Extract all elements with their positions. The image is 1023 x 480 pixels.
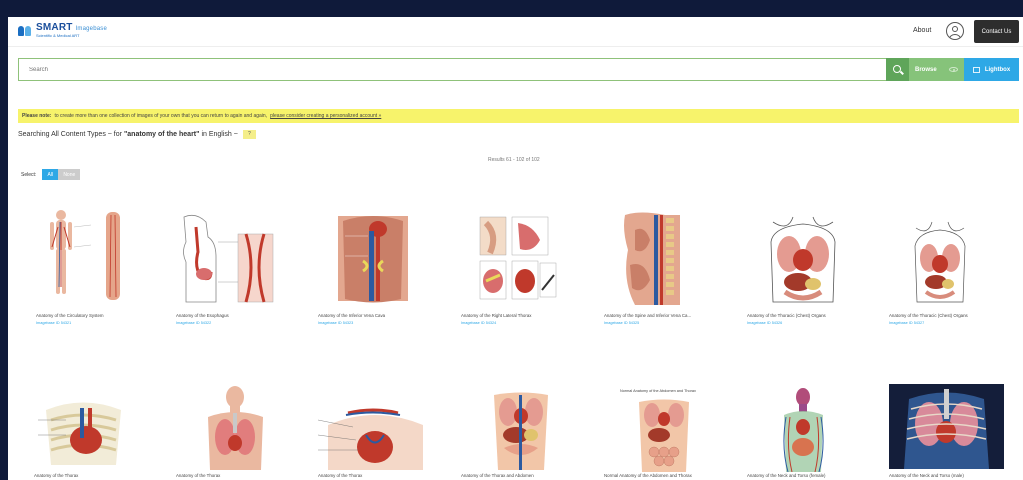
thumbnail-spine-inferior-vena-cava[interactable] [620, 210, 690, 310]
thumbnail-top-label: Normal Anatomy of the Abdomen and Thorax [620, 389, 696, 393]
search-bar: Browse Lightbox [18, 58, 1019, 81]
thumbnail-esophagus[interactable] [176, 212, 276, 307]
thumbnail-caption[interactable]: Anatomy of the Right Lateral Thorax [461, 313, 531, 318]
results-count: Results 61 - 102 of 102 [488, 157, 540, 163]
thumbnail-thorax-1[interactable] [36, 390, 131, 470]
thumbnail-sublink[interactable]: Imagebase ID 54327 [889, 321, 924, 325]
browse-label: Browse [915, 66, 937, 73]
thumbnail-sublink[interactable]: Imagebase ID 54324 [461, 321, 496, 325]
lightbox-button[interactable]: Lightbox [964, 58, 1019, 81]
thumbnail-neck-torso-male[interactable] [889, 384, 1004, 469]
thumbnail-caption[interactable]: Anatomy of the Esophagus [176, 313, 229, 318]
thumbnail-caption[interactable]: Anatomy of the Inferior Vena Cava [318, 313, 385, 318]
site-header: SMART Imagebase Scientific & Medical ART… [8, 17, 1023, 47]
logo-title-small: Imagebase [75, 26, 108, 32]
select-none-button[interactable]: None [58, 169, 81, 180]
thumbnail-right-lateral-thorax[interactable] [478, 215, 558, 305]
logo-mark-icon [18, 25, 32, 37]
search-icon [892, 64, 904, 75]
thumbnail-caption[interactable]: Anatomy of the Neck and Torso (female) [747, 473, 826, 478]
select-controls: Select: All None [21, 169, 81, 180]
thumbnail-thoracic-organs-1[interactable] [763, 212, 843, 307]
thumbnail-thorax-2[interactable] [203, 385, 268, 470]
thumbnail-sublink[interactable]: Imagebase ID 54321 [36, 321, 71, 325]
thumbnail-sublink[interactable]: Imagebase ID 54325 [604, 321, 639, 325]
thumbnail-caption[interactable]: Anatomy of the Thorax [318, 473, 362, 478]
thumbnail-sublink[interactable]: Imagebase ID 54323 [318, 321, 353, 325]
lightbox-icon [972, 66, 980, 73]
search-summary-suffix[interactable]: in English ~ [201, 131, 237, 138]
thumbnail-caption[interactable]: Anatomy of the Thorax [176, 473, 220, 478]
thumbnail-caption[interactable]: Anatomy of the Thorax and Abdomen [461, 473, 534, 478]
search-query: "anatomy of the heart" [123, 131, 200, 138]
search-summary: Searching All Content Types ~ for "anato… [18, 130, 256, 139]
browser-frame: SMART Imagebase Scientific & Medical ART… [8, 17, 1023, 480]
thumbnail-sublink[interactable]: Imagebase ID 54326 [747, 321, 782, 325]
thumbnail-caption[interactable]: Anatomy of the Spine and Inferior Vena C… [604, 313, 691, 318]
select-all-button[interactable]: All [42, 169, 59, 180]
select-label: Select: [21, 171, 37, 178]
thumbnail-thorax-3[interactable] [318, 405, 433, 470]
notice-text: to create more than one collection of im… [54, 113, 268, 119]
thumbnail-inferior-vena-cava[interactable] [333, 211, 413, 309]
account-notice-banner: Please note: to create more than one col… [18, 109, 1019, 123]
search-summary-prefix: Searching All Content Types ~ for [18, 131, 122, 138]
thumbnail-caption[interactable]: Anatomy of the Neck and Torso (male) [889, 473, 964, 478]
thumbnail-abdomen-thorax[interactable] [634, 397, 694, 472]
help-badge[interactable]: ? [242, 130, 256, 139]
thumbnail-neck-torso-female[interactable] [776, 387, 831, 472]
contact-us-button[interactable]: Contact Us [974, 20, 1019, 43]
about-link[interactable]: About [913, 27, 931, 34]
thumbnail-thoracic-organs-2[interactable] [910, 220, 970, 305]
smart-imagebase-logo[interactable]: SMART Imagebase Scientific & Medical ART [18, 23, 107, 38]
search-button[interactable] [886, 58, 909, 81]
browse-button[interactable]: Browse [909, 58, 964, 81]
thumbnail-sublink[interactable]: Imagebase ID 54322 [176, 321, 211, 325]
thumbnail-thorax-abdomen[interactable] [486, 390, 556, 470]
logo-title: SMART [36, 22, 73, 33]
lightbox-label: Lightbox [984, 66, 1011, 73]
thumbnail-circulatory-system[interactable] [36, 207, 126, 307]
thumbnail-caption[interactable]: Anatomy of the Circulatory System [36, 313, 104, 318]
thumbnail-caption[interactable]: Normal Anatomy of the Abdomen and Thorax [604, 473, 692, 478]
thumbnail-caption[interactable]: Anatomy of the Thorax [34, 473, 78, 478]
user-account-icon[interactable] [946, 22, 964, 40]
search-input[interactable] [18, 58, 886, 81]
notice-bold: Please note: [22, 113, 52, 119]
thumbnail-caption[interactable]: Anatomy of the Thoracic (Chest) Organs [889, 313, 968, 318]
create-account-link[interactable]: please consider creating a personalized … [270, 113, 381, 119]
thumbnail-caption[interactable]: Anatomy of the Thoracic (Chest) Organs [747, 313, 826, 318]
logo-subtitle: Scientific & Medical ART [36, 33, 80, 38]
eye-icon [949, 67, 958, 72]
